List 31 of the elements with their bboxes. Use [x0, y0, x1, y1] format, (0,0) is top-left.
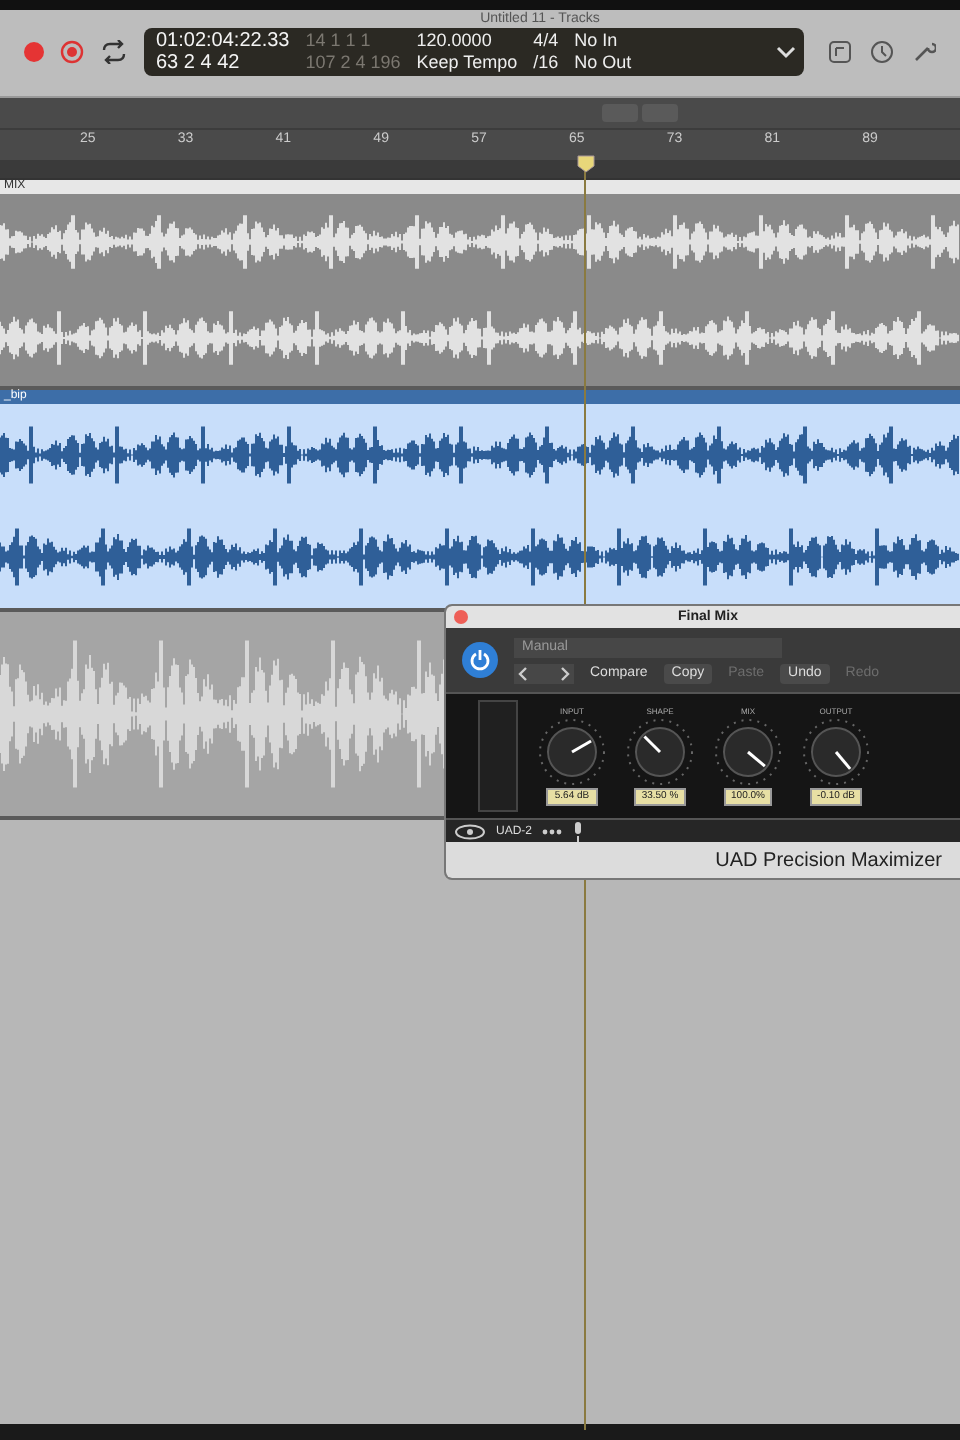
uad-logo-icon: [454, 823, 486, 839]
lcd-text: 120.0000: [416, 30, 494, 52]
clock-icon: [870, 40, 894, 64]
knob: [802, 718, 870, 786]
lcd-text: Keep Tempo: [416, 52, 518, 74]
record-button[interactable]: [24, 42, 44, 62]
power-icon: [468, 648, 492, 672]
lcd-text: No Out: [574, 52, 632, 74]
knob: [538, 718, 606, 786]
bars-display: 63 2 4 42: [156, 52, 242, 74]
preset-nav-button[interactable]: [514, 663, 574, 683]
wrench-icon: [912, 40, 936, 64]
lcd-text: No In: [574, 30, 620, 52]
note-icon: [828, 40, 852, 64]
power-button[interactable]: [462, 642, 498, 678]
replace-record-icon: [60, 40, 84, 64]
plugin-name: UAD Precision Maximizer: [715, 849, 942, 871]
lcd-text: 107 2 4 196: [305, 52, 401, 74]
playhead-marker-icon: [576, 154, 596, 174]
lcd-text: 4/4: [533, 30, 559, 52]
cycle-icon: [100, 40, 128, 64]
close-button[interactable]: [454, 610, 468, 624]
more-icon: [542, 827, 563, 835]
lcd-text: /16: [533, 52, 559, 74]
microphone-icon: [572, 821, 585, 841]
knob: [626, 718, 694, 786]
time-display: 01:02:04:22.33: [156, 30, 290, 52]
lcd-text: 14 1 1 1: [305, 30, 373, 52]
knob: [714, 718, 782, 786]
chevron-down-icon: [776, 44, 796, 60]
level-meter: [478, 700, 518, 812]
